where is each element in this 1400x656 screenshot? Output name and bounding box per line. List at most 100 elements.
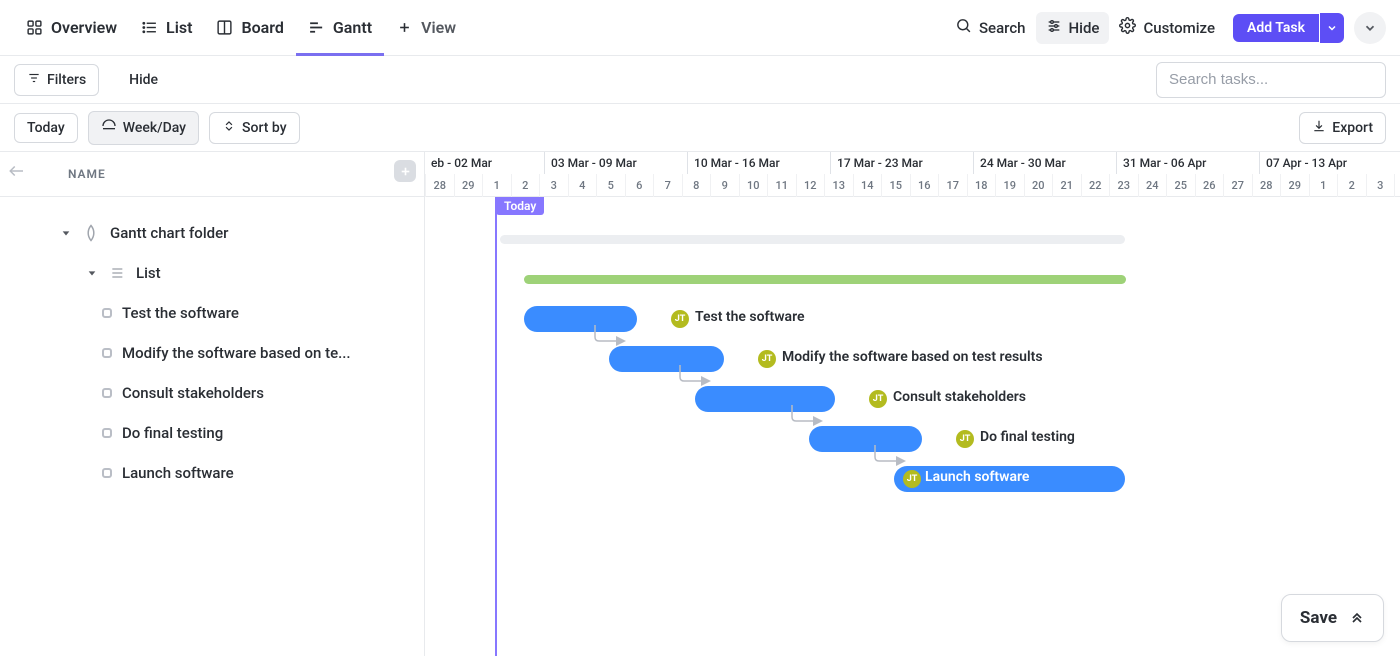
tab-gantt-label: Gantt [333,18,372,37]
tree-task-row[interactable]: Modify the software based on te... [16,333,412,373]
day-header: 14 [853,174,882,197]
task-bar-label: Launch software [925,469,1029,485]
search-icon [955,17,972,38]
day-header: 28 [1252,174,1281,197]
search-label: Search [979,19,1026,37]
task-name: Consult stakeholders [122,384,264,402]
tab-board[interactable]: Board [204,0,295,55]
tab-list-label: List [166,18,192,37]
add-task-caret[interactable] [1320,13,1344,43]
add-column-button[interactable] [394,160,416,182]
week-header: 07 Apr - 13 Apr [1259,152,1400,174]
timeline-icon [101,118,117,138]
tab-board-label: Board [241,18,283,37]
scale-selector[interactable]: Week/Day [88,111,199,145]
day-header: 10 [739,174,768,197]
sort-icon [222,119,236,137]
customize-action[interactable]: Customize [1109,11,1225,44]
assignee-avatar[interactable]: JT [903,470,921,488]
task-bar-label: Consult stakeholders [893,389,1026,405]
tab-gantt[interactable]: Gantt [296,0,384,55]
tab-list[interactable]: List [129,0,204,55]
assignee-avatar[interactable]: JT [671,310,689,328]
gantt-chart[interactable]: eb - 02 Mar03 Mar - 09 Mar10 Mar - 16 Ma… [425,152,1400,656]
task-bar-label: Test the software [695,309,805,325]
tree-list-row[interactable]: List [16,253,412,293]
folder-summary-bar[interactable] [500,235,1125,244]
add-view-label: View [421,18,456,37]
export-label: Export [1332,120,1373,136]
caret-down-icon[interactable] [86,267,98,279]
tree-task-row[interactable]: Launch software [16,453,412,493]
day-header: 3 [539,174,568,197]
week-header: 10 Mar - 16 Mar [687,152,830,174]
day-header: 12 [796,174,825,197]
task-bar[interactable] [809,426,922,452]
customize-label: Customize [1143,19,1215,37]
day-header: 1 [1309,174,1338,197]
save-button[interactable]: Save [1281,594,1384,642]
day-header: 11 [767,174,796,197]
day-header: 29 [1280,174,1309,197]
more-button[interactable] [1354,12,1386,44]
folder-icon [82,224,100,242]
status-icon [102,428,112,438]
collapse-icon [1349,608,1365,629]
folder-name: Gantt chart folder [110,224,228,242]
day-header: 29 [454,174,483,197]
tree-task-row[interactable]: Do final testing [16,413,412,453]
filters-button[interactable]: Filters [14,64,99,96]
assignee-avatar[interactable]: JT [758,350,776,368]
task-bar[interactable] [695,386,835,412]
hide-columns-button[interactable]: Hide [117,66,170,94]
export-button[interactable]: Export [1299,112,1386,144]
task-bar[interactable] [524,306,637,332]
day-header: 15 [881,174,910,197]
week-header: 24 Mar - 30 Mar [973,152,1116,174]
status-icon [102,348,112,358]
assignee-avatar[interactable]: JT [956,430,974,448]
sortby-button[interactable]: Sort by [209,112,300,144]
save-label: Save [1300,608,1337,628]
caret-down-icon[interactable] [60,227,72,239]
search-action[interactable]: Search [945,11,1036,44]
day-header: 19 [995,174,1024,197]
add-view[interactable]: View [384,0,468,55]
day-header: 2 [1337,174,1366,197]
hide-action[interactable]: Hide [1036,12,1110,44]
board-icon [216,19,233,36]
day-header: 20 [1024,174,1053,197]
tree-task-row[interactable]: Test the software [16,293,412,333]
tree-folder-row[interactable]: Gantt chart folder [16,213,412,253]
day-header: 24 [1138,174,1167,197]
search-input[interactable] [1156,62,1386,98]
tree-task-row[interactable]: Consult stakeholders [16,373,412,413]
plus-icon [396,19,413,36]
week-header: eb - 02 Mar [425,152,544,174]
day-header: 26 [1195,174,1224,197]
day-header: 21 [1052,174,1081,197]
task-list-pane: NAME Gantt chart folder [0,152,425,656]
day-header: 16 [910,174,939,197]
assignee-avatar[interactable]: JT [869,390,887,408]
task-name: Launch software [122,464,234,482]
today-button[interactable]: Today [14,113,78,143]
status-icon [102,308,112,318]
task-bar-label: Do final testing [980,429,1075,445]
day-header: 27 [1223,174,1252,197]
day-header: 22 [1081,174,1110,197]
scale-label: Week/Day [123,120,186,136]
week-header: 17 Mar - 23 Mar [830,152,973,174]
task-bar[interactable] [609,346,724,372]
day-header: 18 [967,174,996,197]
status-icon [102,468,112,478]
list-icon [108,264,126,282]
add-task-button[interactable]: Add Task [1233,14,1319,42]
collapse-sidebar-button[interactable] [6,160,28,182]
task-name: Test the software [122,304,239,322]
settings-sliders-icon [1046,18,1062,38]
tab-overview-label: Overview [51,18,117,37]
tab-overview[interactable]: Overview [14,0,129,55]
list-summary-bar[interactable] [524,275,1126,284]
day-header: 25 [1166,174,1195,197]
